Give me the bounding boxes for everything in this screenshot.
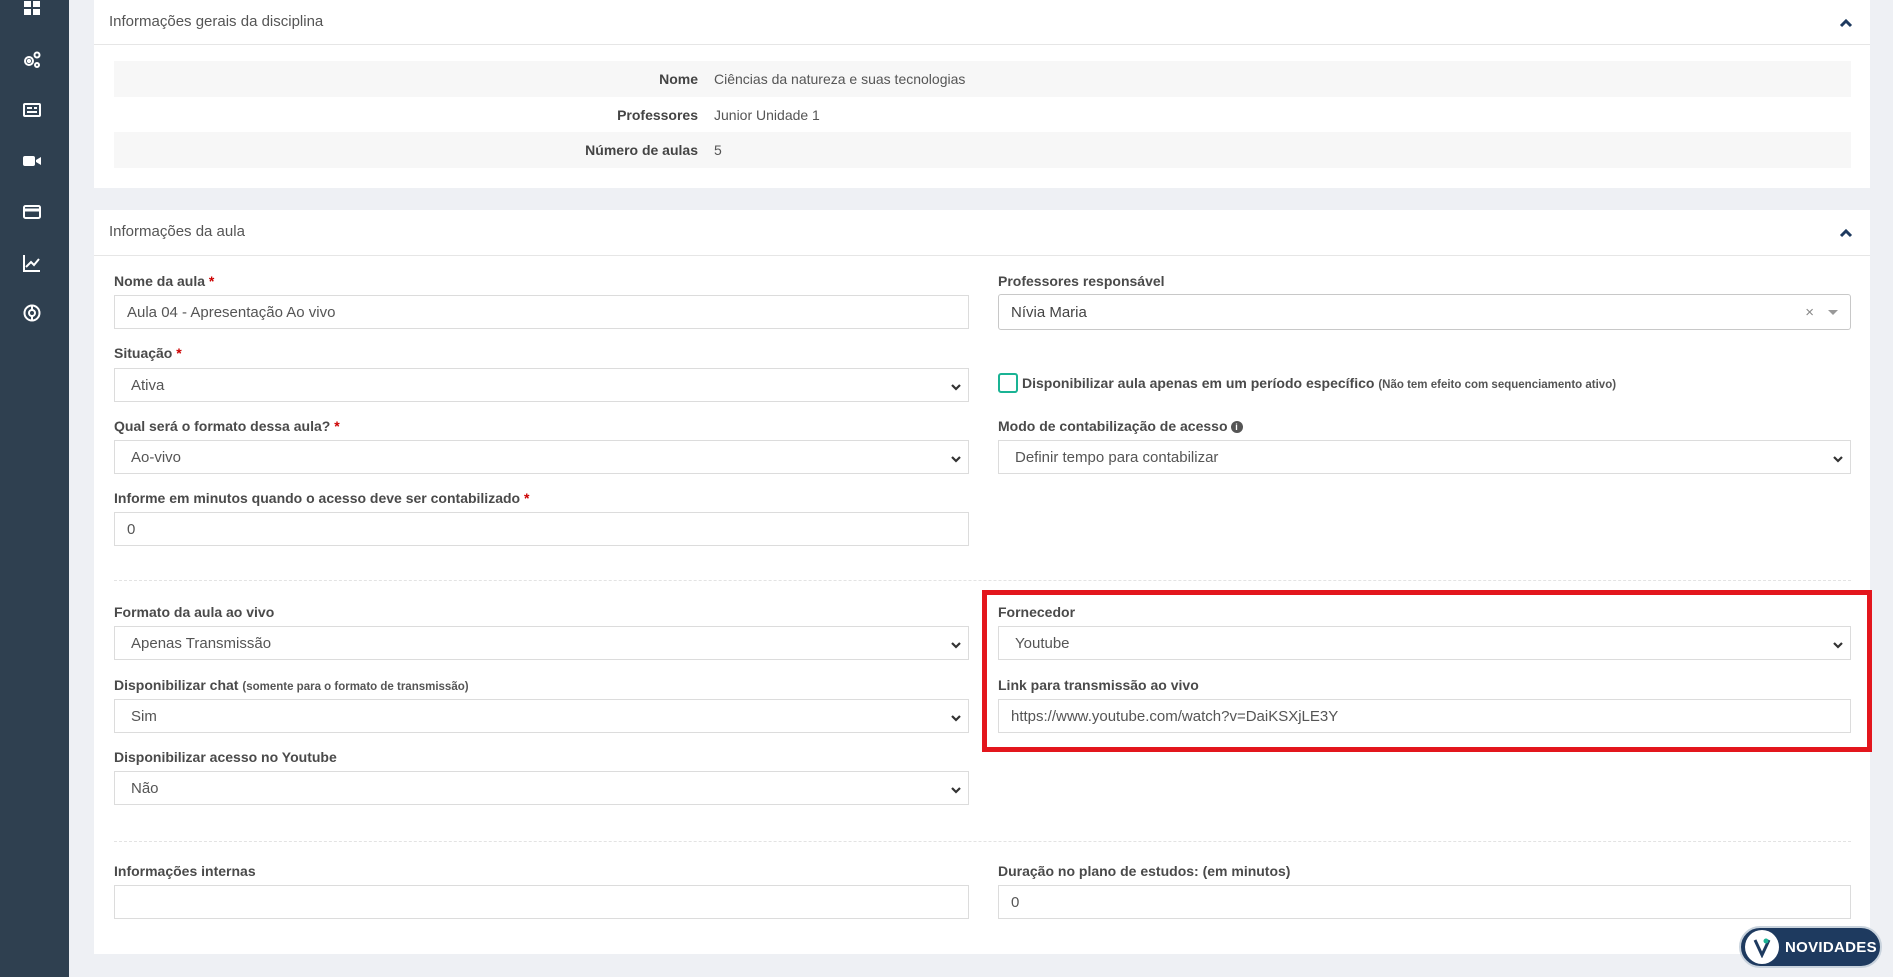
duration-input[interactable]: 0 xyxy=(998,885,1851,919)
info-label: Número de aulas xyxy=(585,142,698,158)
video-icon[interactable] xyxy=(21,150,43,172)
lesson-name-input[interactable]: Aula 04 - Apresentação Ao vivo xyxy=(114,295,969,329)
status-select[interactable]: Ativa xyxy=(114,368,969,402)
minutes-label: Informe em minutos quando o acesso deve … xyxy=(114,490,530,506)
info-value: Ciências da natureza e suas tecnologias xyxy=(714,71,966,87)
teachers-value: Nívia Maria xyxy=(1011,303,1087,321)
period-checkbox-label[interactable]: Disponibilizar aula apenas em um período… xyxy=(1022,375,1616,391)
youtube-access-select[interactable]: Não xyxy=(114,771,969,805)
youtube-access-value: Não xyxy=(131,779,159,797)
novidades-label: NOVIDADES xyxy=(1785,938,1877,956)
format-label: Qual será o formato dessa aula? * xyxy=(114,418,340,434)
sidebar xyxy=(0,0,69,977)
panel-title: Informações gerais da disciplina xyxy=(109,13,324,30)
chevron-down-icon xyxy=(1832,452,1844,464)
chart-line-icon[interactable] xyxy=(21,252,43,274)
credit-card-icon[interactable] xyxy=(21,201,43,223)
chevron-down-icon xyxy=(950,711,962,723)
internal-info-label: Informações internas xyxy=(114,863,256,879)
chevron-up-icon[interactable] xyxy=(1838,225,1854,241)
info-value: Junior Unidade 1 xyxy=(714,107,820,123)
chevron-up-icon[interactable] xyxy=(1838,15,1854,31)
info-icon[interactable]: i xyxy=(1230,421,1243,433)
teachers-label: Professores responsável xyxy=(998,273,1165,289)
status-value: Ativa xyxy=(131,376,165,394)
main-content: Informações gerais da disciplina Nome Ci… xyxy=(69,0,1893,977)
info-row: Professores Junior Unidade 1 xyxy=(114,97,1851,133)
caret-down-icon[interactable] xyxy=(1828,310,1838,315)
live-format-label: Formato da aula ao vivo xyxy=(114,604,275,620)
lifebuoy-icon[interactable] xyxy=(21,302,43,324)
lesson-info-header[interactable]: Informações da aula xyxy=(94,210,1870,256)
chevron-down-icon xyxy=(950,452,962,464)
section-divider xyxy=(114,580,1851,581)
format-select[interactable]: Ao-vivo xyxy=(114,440,969,474)
info-label: Professores xyxy=(617,107,698,123)
section-divider xyxy=(114,841,1851,842)
access-mode-value: Definir tempo para contabilizar xyxy=(1015,448,1219,466)
chevron-down-icon xyxy=(950,380,962,392)
gears-icon[interactable] xyxy=(21,49,43,71)
info-value: 5 xyxy=(714,142,722,158)
chat-select[interactable]: Sim xyxy=(114,699,969,733)
dashboard-icon[interactable] xyxy=(21,0,43,22)
live-format-select[interactable]: Apenas Transmissão xyxy=(114,626,969,660)
duration-label: Duração no plano de estudos: (em minutos… xyxy=(998,863,1291,879)
internal-info-input[interactable] xyxy=(114,885,969,919)
info-row: Nome Ciências da natureza e suas tecnolo… xyxy=(114,61,1851,97)
chat-label: Disponibilizar chat (somente para o form… xyxy=(114,677,469,693)
format-value: Ao-vivo xyxy=(131,448,182,466)
info-label: Nome xyxy=(659,71,698,87)
clear-icon[interactable]: × xyxy=(1805,304,1814,321)
period-checkbox[interactable] xyxy=(998,373,1018,393)
highlight-box xyxy=(982,590,1872,752)
live-format-value: Apenas Transmissão xyxy=(131,634,272,652)
chevron-down-icon xyxy=(950,638,962,650)
minutes-input[interactable]: 0 xyxy=(114,512,969,546)
info-row: Número de aulas 5 xyxy=(114,132,1851,168)
chevron-down-icon xyxy=(950,783,962,795)
panel-title: Informações da aula xyxy=(109,223,245,240)
lesson-name-label: Nome da aula * xyxy=(114,273,215,289)
access-mode-label: Modo de contabilização de acesso i xyxy=(998,418,1243,434)
status-label: Situação * xyxy=(114,345,182,361)
general-info-panel: Informações gerais da disciplina Nome Ci… xyxy=(94,0,1870,188)
teachers-select[interactable]: Nívia Maria × xyxy=(998,294,1851,330)
chat-value: Sim xyxy=(131,707,157,725)
access-mode-select[interactable]: Definir tempo para contabilizar xyxy=(998,440,1851,474)
novidades-button[interactable]: NOVIDADES xyxy=(1739,926,1882,968)
general-info-header[interactable]: Informações gerais da disciplina xyxy=(94,0,1870,45)
newspaper-icon[interactable] xyxy=(21,99,43,121)
youtube-access-label: Disponibilizar acesso no Youtube xyxy=(114,749,337,765)
brand-logo-icon xyxy=(1745,930,1779,964)
